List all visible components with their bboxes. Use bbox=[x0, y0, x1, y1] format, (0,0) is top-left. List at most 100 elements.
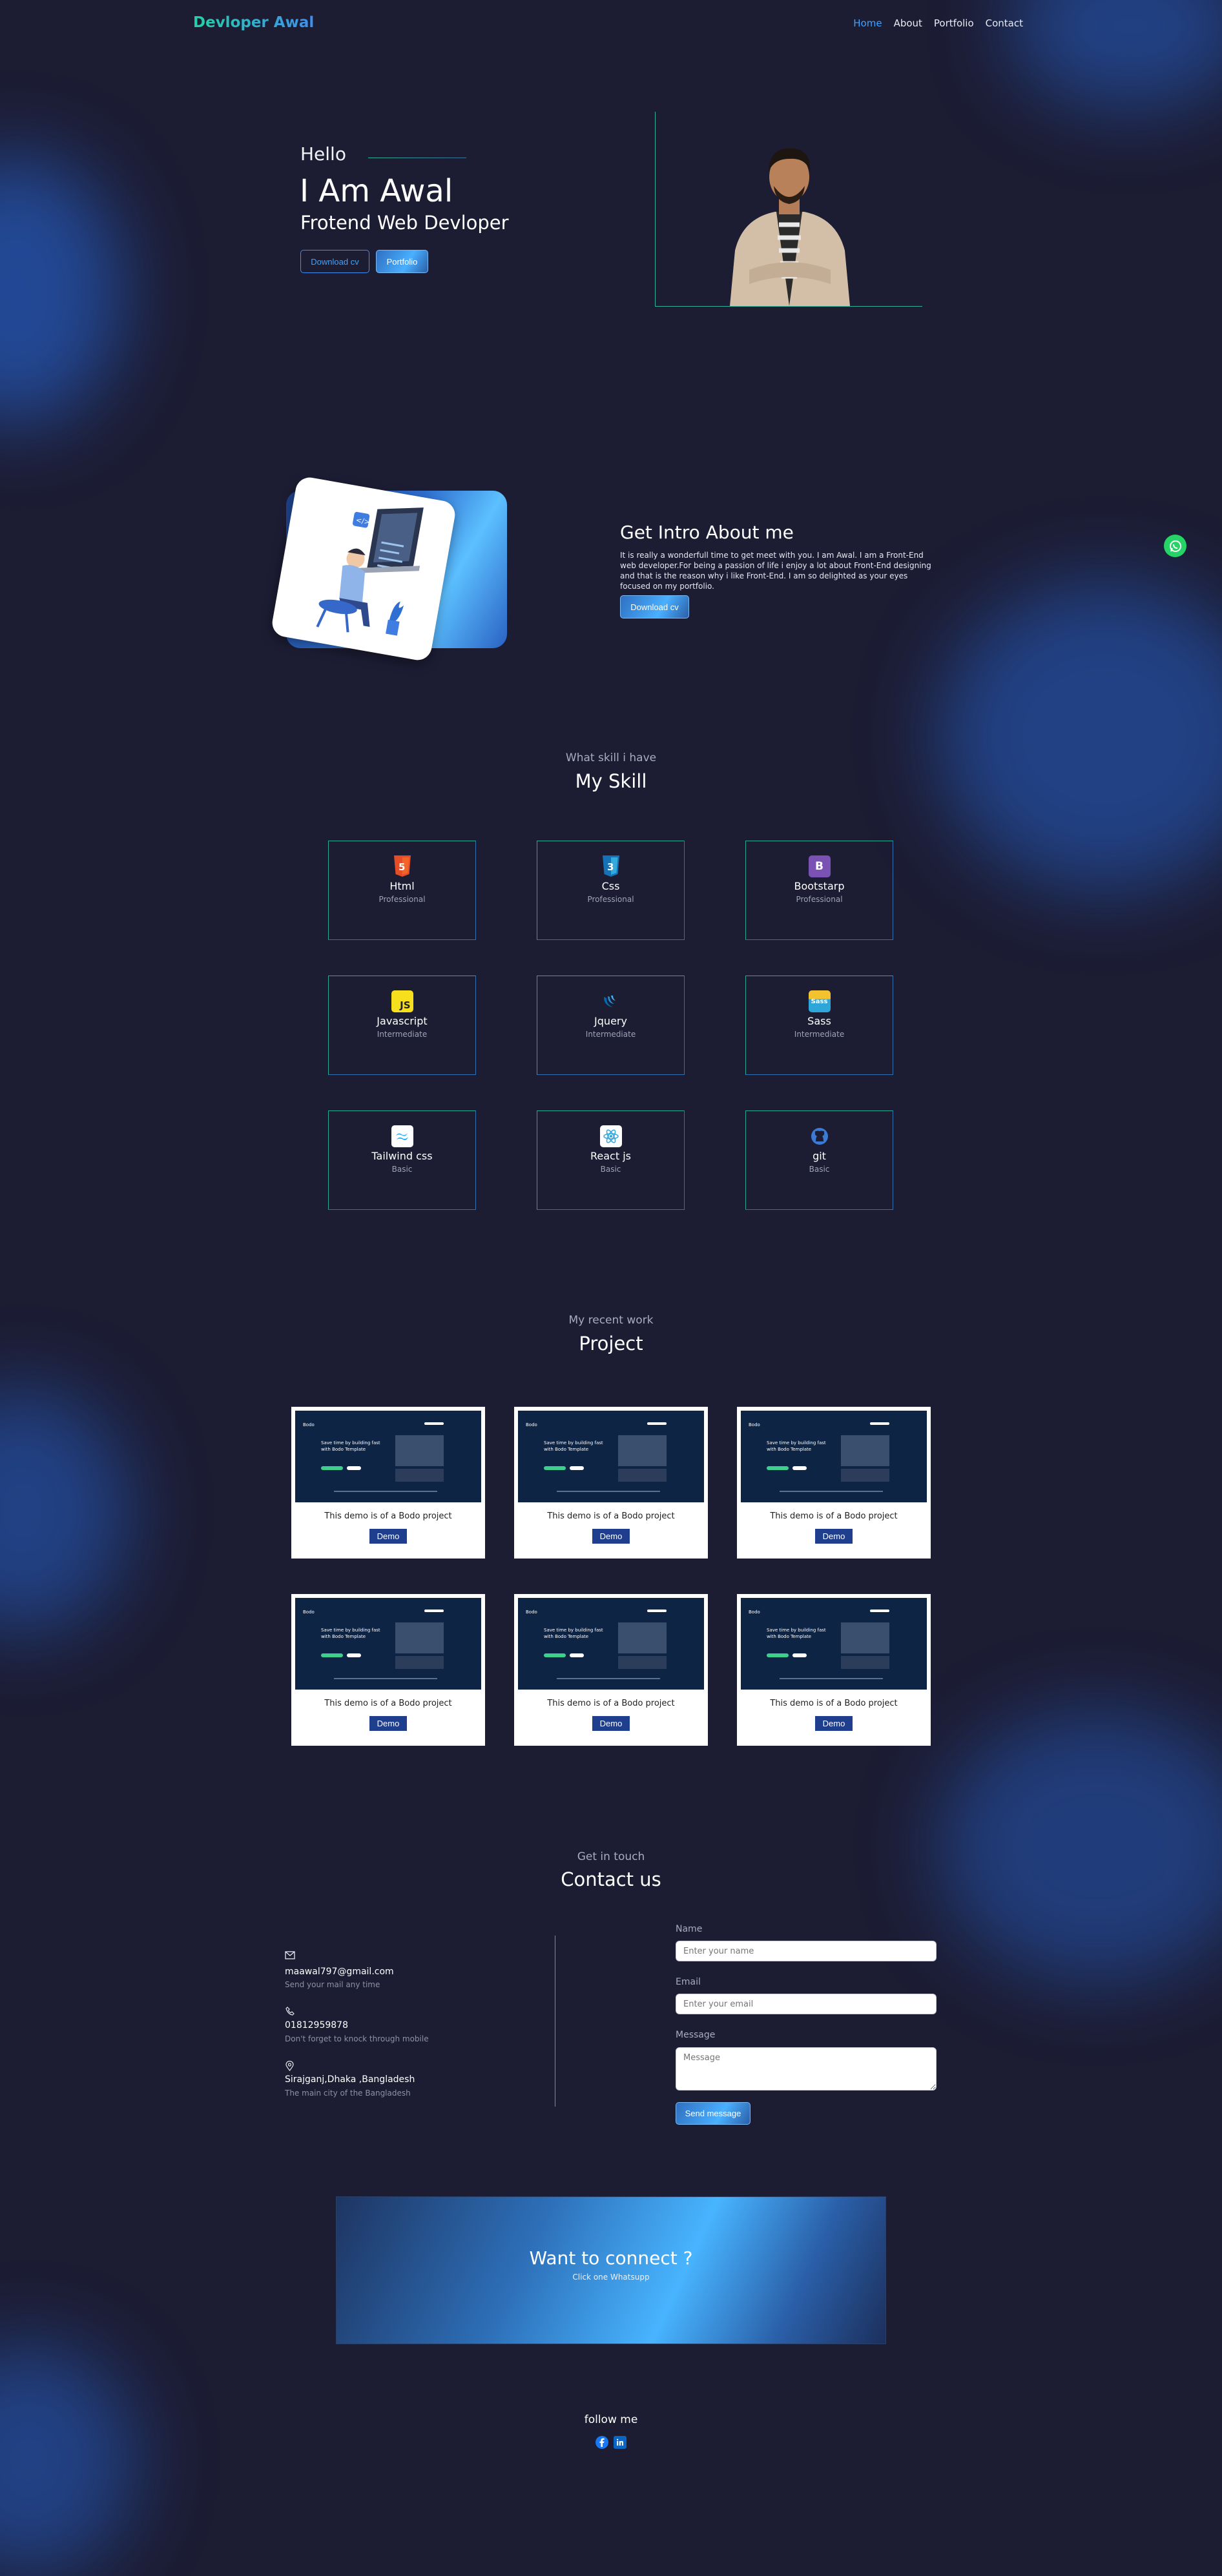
skill-card-html: 5 Html Professional bbox=[328, 841, 476, 940]
send-message-button[interactable]: Send message bbox=[676, 2102, 751, 2125]
project-demo-button[interactable]: Demo bbox=[814, 1529, 853, 1544]
whatsapp-connect-banner[interactable]: Want to connect ? Click one Whatsupp bbox=[336, 2196, 886, 2344]
developer-illustration: </> bbox=[316, 507, 424, 636]
message-label: Message bbox=[676, 2030, 716, 2040]
phone-icon bbox=[285, 2007, 295, 2016]
skill-level: Intermediate bbox=[377, 1030, 428, 1039]
contact-address-note: The main city of the Bangladesh bbox=[285, 2089, 411, 2098]
project-demo-button[interactable]: Demo bbox=[592, 1716, 630, 1731]
tailwind-icon bbox=[391, 1125, 413, 1147]
contact-phone[interactable]: 01812959878 bbox=[285, 2020, 348, 2030]
project-caption: This demo is of a Bodo project bbox=[770, 1699, 898, 1708]
javascript-icon: JS bbox=[391, 990, 413, 1012]
project-caption: This demo is of a Bodo project bbox=[324, 1511, 452, 1521]
hero-download-cv-button[interactable]: Download cv bbox=[300, 250, 369, 273]
skill-name: git bbox=[813, 1150, 826, 1162]
project-card: Bodo Save time by building fast with Bod… bbox=[514, 1594, 708, 1746]
project-caption: This demo is of a Bodo project bbox=[547, 1511, 675, 1521]
contact-subtitle: Get in touch bbox=[577, 1850, 645, 1863]
facebook-icon bbox=[599, 2438, 605, 2447]
facebook-link[interactable] bbox=[595, 2436, 608, 2449]
nav-link-contact[interactable]: Contact bbox=[986, 17, 1023, 29]
skill-level: Basic bbox=[809, 1165, 830, 1174]
skill-level: Intermediate bbox=[585, 1030, 636, 1039]
contact-phone-note: Don't forget to knock through mobile bbox=[285, 2034, 429, 2043]
bootstrap-icon: B bbox=[808, 855, 831, 877]
project-demo-button[interactable]: Demo bbox=[369, 1529, 408, 1544]
profile-photo bbox=[730, 148, 850, 306]
project-demo-button[interactable]: Demo bbox=[592, 1529, 630, 1544]
about-illustration-card: </> bbox=[270, 475, 457, 662]
hero-portfolio-button[interactable]: Portfolio bbox=[376, 250, 428, 273]
project-screenshot: Bodo Save time by building fast with Bod… bbox=[295, 1598, 481, 1690]
hero-role: Frotend Web Devloper bbox=[300, 212, 509, 234]
project-demo-button[interactable]: Demo bbox=[814, 1716, 853, 1731]
skill-name: Css bbox=[601, 880, 620, 892]
project-demo-button[interactable]: Demo bbox=[369, 1716, 408, 1731]
hero-name: I Am Awal bbox=[300, 173, 453, 209]
nav-link-portfolio[interactable]: Portfolio bbox=[934, 17, 974, 29]
name-label: Name bbox=[676, 1924, 703, 1934]
nav-link-home[interactable]: Home bbox=[853, 17, 882, 29]
skill-name: Html bbox=[389, 880, 415, 892]
contact-address: Sirajganj,Dhaka ,Bangladesh bbox=[285, 2074, 415, 2085]
project-screenshot: Bodo Save time by building fast with Bod… bbox=[518, 1598, 704, 1690]
github-icon bbox=[809, 1125, 831, 1147]
skill-level: Professional bbox=[378, 895, 426, 904]
project-card: Bodo Save time by building fast with Bod… bbox=[291, 1594, 485, 1746]
sass-icon: Sass bbox=[808, 990, 831, 1012]
project-screenshot: Bodo Save time by building fast with Bod… bbox=[741, 1411, 927, 1502]
skill-level: Professional bbox=[796, 895, 843, 904]
skill-card-tailwind: Tailwind css Basic bbox=[328, 1110, 476, 1210]
project-caption: This demo is of a Bodo project bbox=[770, 1511, 898, 1521]
skills-subtitle: What skill i have bbox=[565, 751, 657, 764]
skill-level: Basic bbox=[600, 1165, 621, 1174]
skill-card-git: git Basic bbox=[745, 1110, 893, 1210]
react-icon bbox=[599, 1125, 622, 1147]
nav-link-about[interactable]: About bbox=[894, 17, 922, 29]
project-card: Bodo Save time by building fast with Bod… bbox=[737, 1594, 931, 1746]
html5-icon: 5 bbox=[391, 855, 413, 877]
mail-icon bbox=[285, 1951, 295, 1959]
footer-title: follow me bbox=[584, 2413, 638, 2426]
skill-name: Sass bbox=[807, 1015, 831, 1027]
main-nav: Home About Portfolio Contact bbox=[853, 17, 1023, 29]
name-input[interactable] bbox=[676, 1941, 937, 1961]
location-icon bbox=[285, 2061, 294, 2071]
project-card: Bodo Save time by building fast with Bod… bbox=[737, 1407, 931, 1559]
contact-email[interactable]: maawal797@gmail.com bbox=[285, 1967, 394, 1977]
linkedin-link[interactable] bbox=[614, 2436, 627, 2449]
skill-card-javascript: JS Javascript Intermediate bbox=[328, 976, 476, 1075]
contact-title: Contact us bbox=[561, 1868, 661, 1890]
email-input[interactable] bbox=[676, 1994, 937, 2014]
jquery-icon bbox=[600, 990, 622, 1012]
project-screenshot: Bodo Save time by building fast with Bod… bbox=[741, 1598, 927, 1690]
projects-subtitle: My recent work bbox=[568, 1314, 654, 1327]
about-download-cv-button[interactable]: Download cv bbox=[620, 595, 689, 618]
skill-card-sass: Sass Sass Intermediate bbox=[745, 976, 893, 1075]
whatsapp-float-button[interactable] bbox=[1164, 535, 1186, 557]
brand-logo[interactable]: Devloper Awal bbox=[193, 14, 314, 31]
svg-text:5: 5 bbox=[399, 861, 405, 873]
email-label: Email bbox=[676, 1977, 701, 1987]
project-caption: This demo is of a Bodo project bbox=[324, 1699, 452, 1708]
projects-title: Project bbox=[579, 1333, 643, 1354]
project-screenshot: Bodo Save time by building fast with Bod… bbox=[295, 1411, 481, 1502]
css3-icon: 3 bbox=[600, 855, 622, 877]
linkedin-icon bbox=[616, 2438, 623, 2446]
cta-subtitle: Click one Whatsupp bbox=[572, 2273, 650, 2282]
cta-title: Want to connect ? bbox=[529, 2247, 693, 2269]
hero-greeting: Hello bbox=[300, 143, 346, 165]
project-card: Bodo Save time by building fast with Bod… bbox=[291, 1407, 485, 1559]
skill-level: Professional bbox=[587, 895, 634, 904]
skill-level: Basic bbox=[391, 1165, 413, 1174]
skill-name: Bootstarp bbox=[794, 880, 845, 892]
message-textarea[interactable] bbox=[676, 2047, 937, 2090]
whatsapp-icon bbox=[1169, 540, 1181, 552]
skill-card-react: React js Basic bbox=[537, 1110, 685, 1210]
skill-name: Javascript bbox=[377, 1015, 428, 1027]
skill-name: React js bbox=[590, 1150, 631, 1162]
skill-name: Jquery bbox=[594, 1015, 627, 1027]
svg-text:3: 3 bbox=[607, 861, 614, 873]
skill-card-css: 3 Css Professional bbox=[537, 841, 685, 940]
